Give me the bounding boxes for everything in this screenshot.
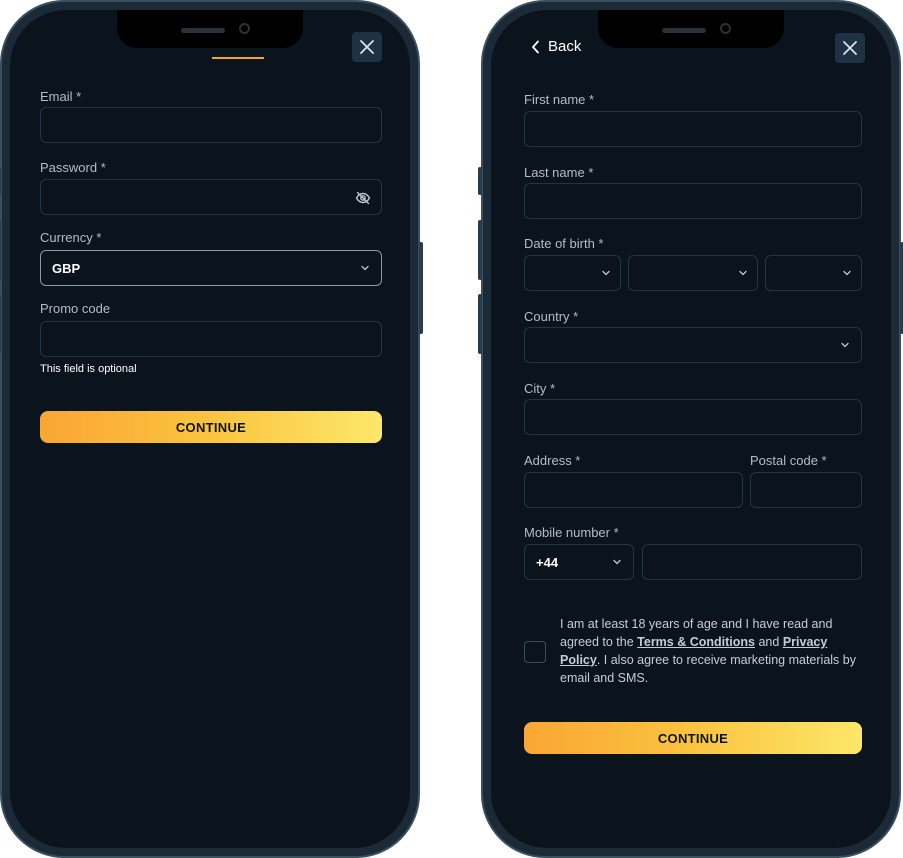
postal-code-field[interactable] <box>750 472 862 508</box>
side-button <box>0 220 1 280</box>
eye-off-icon[interactable] <box>355 190 371 206</box>
close-icon <box>843 41 857 55</box>
chevron-down-icon <box>613 559 621 565</box>
speaker <box>181 28 225 33</box>
close-button[interactable] <box>352 32 382 62</box>
consent-text-part: . I also agree to receive marketing mate… <box>560 653 856 685</box>
terms-conditions-link[interactable]: Terms & Conditions <box>637 635 755 649</box>
tab-strip[interactable] <box>160 50 266 56</box>
side-button <box>0 167 1 195</box>
mobile-number-label: Mobile number * <box>524 525 619 540</box>
first-name-field[interactable] <box>524 111 862 147</box>
mobile-number-field[interactable] <box>642 544 862 580</box>
chevron-down-icon <box>361 265 369 271</box>
last-name-field[interactable] <box>524 183 862 219</box>
promo-code-label: Promo code <box>40 301 111 316</box>
chevron-left-icon <box>532 40 539 53</box>
back-button[interactable]: Back <box>531 38 581 55</box>
currency-select[interactable]: GBP <box>40 250 382 286</box>
side-button <box>478 167 482 195</box>
city-field[interactable] <box>524 399 862 435</box>
close-icon <box>360 40 374 54</box>
chevron-down-icon <box>739 270 747 276</box>
first-name-label: First name * <box>524 92 595 107</box>
email-label: Email * <box>40 89 82 104</box>
notch <box>598 10 784 48</box>
screen-registration: Back First name * Last name * Date of bi… <box>491 10 891 848</box>
promo-code-hint: This field is optional <box>40 363 137 375</box>
consent-text: I am at least 18 years of age and I have… <box>560 615 860 687</box>
phone-prefix-select[interactable]: +44 <box>524 544 634 580</box>
continue-button[interactable]: CONTINUE <box>524 722 862 754</box>
side-button <box>478 220 482 280</box>
consent-checkbox[interactable] <box>524 641 546 663</box>
camera <box>720 23 731 34</box>
camera <box>239 23 250 34</box>
last-name-label: Last name * <box>524 165 594 180</box>
dob-year-select[interactable] <box>765 255 862 291</box>
country-label: Country * <box>524 309 579 324</box>
back-label: Back <box>548 38 582 55</box>
chevron-down-icon <box>841 342 849 348</box>
dob-day-select[interactable] <box>524 255 621 291</box>
date-of-birth-label: Date of birth * <box>524 236 604 251</box>
promo-code-field[interactable] <box>40 321 382 357</box>
screen-login: Email * Password * Currency * GBP Promo … <box>10 10 410 848</box>
chevron-down-icon <box>843 270 851 276</box>
continue-button[interactable]: CONTINUE <box>40 411 382 443</box>
close-button[interactable] <box>835 33 865 63</box>
password-field[interactable] <box>40 179 382 215</box>
address-field[interactable] <box>524 472 743 508</box>
city-label: City * <box>524 381 556 396</box>
phone-frame-right: Back First name * Last name * Date of bi… <box>478 0 903 858</box>
email-field[interactable] <box>40 107 382 143</box>
currency-label: Currency * <box>40 230 102 245</box>
postal-code-label: Postal code * <box>750 453 827 468</box>
side-button <box>419 242 423 334</box>
chevron-down-icon <box>602 270 610 276</box>
phone-prefix-value: +44 <box>536 555 559 570</box>
phone-frame-left: Email * Password * Currency * GBP Promo … <box>0 0 423 858</box>
country-select[interactable] <box>524 327 862 363</box>
consent-text-part: and <box>755 635 783 649</box>
password-label: Password * <box>40 160 106 175</box>
active-tab-indicator <box>212 57 264 59</box>
speaker <box>662 28 706 33</box>
address-label: Address * <box>524 453 581 468</box>
side-button <box>478 294 482 354</box>
side-button <box>0 294 1 354</box>
dob-month-select[interactable] <box>628 255 758 291</box>
currency-selected-value: GBP <box>52 261 81 276</box>
notch <box>117 10 303 48</box>
